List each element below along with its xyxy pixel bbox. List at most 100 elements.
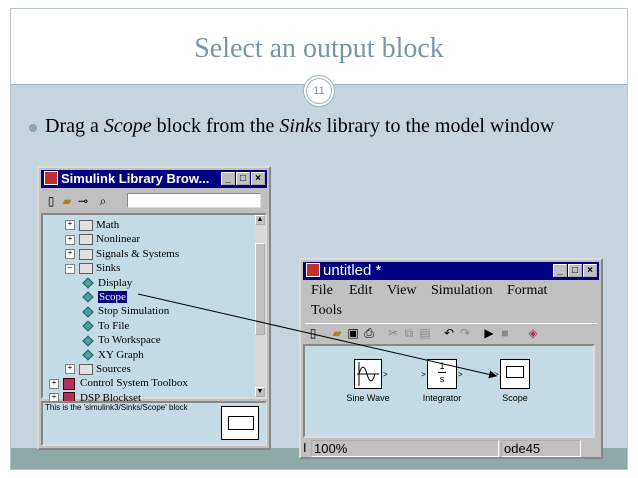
solver-status: ode45 <box>501 440 581 457</box>
undo-icon[interactable]: ↶ <box>441 325 457 341</box>
tree-item-to-workspace[interactable]: To Workspace <box>81 333 161 347</box>
library-icon <box>79 219 93 231</box>
scroll-up-button[interactable]: ▲ <box>255 215 265 225</box>
tree-item-nonlinear[interactable]: + Nonlinear <box>65 232 140 246</box>
simulink-app-icon <box>306 263 320 277</box>
tree-item-scope[interactable]: Scope <box>81 290 127 304</box>
tree-item-sinks[interactable]: − Sinks <box>65 261 120 275</box>
library-search-input[interactable] <box>127 193 261 208</box>
tree-expander-icon[interactable]: − <box>65 263 75 274</box>
scope-block[interactable] <box>500 359 530 389</box>
integrator-output-port: > <box>458 370 463 379</box>
minimize-button[interactable]: _ <box>553 264 567 277</box>
redo-icon[interactable]: ↷ <box>457 325 473 341</box>
library-browser-titlebar[interactable]: Simulink Library Brow... _ □ × <box>41 170 267 188</box>
menu-tools[interactable]: Tools <box>311 303 342 319</box>
print-icon[interactable]: ⎙ <box>361 325 377 341</box>
cut-icon[interactable]: ✂ <box>385 325 401 341</box>
page-number-badge: 11 <box>303 75 335 107</box>
sine-output-port: > <box>383 370 388 379</box>
model-titlebar[interactable]: untitled * _ □ × <box>303 262 599 280</box>
close-button[interactable]: × <box>251 172 265 185</box>
tree-expander-icon[interactable]: + <box>65 220 75 231</box>
tree-expander-icon[interactable]: + <box>49 378 59 389</box>
tree-item-math[interactable]: + Math <box>65 218 119 232</box>
sine-wave-block[interactable] <box>354 359 382 389</box>
menu-view[interactable]: View <box>387 283 416 299</box>
library-browser-window: Simulink Library Brow... _ □ × ▯ ▰ ⊸ ⌕ + Math +… <box>37 166 271 450</box>
maximize-button[interactable]: □ <box>236 172 250 185</box>
model-menubar: File Edit View Simulation Format Tools <box>305 282 597 322</box>
tree-item-label: Math <box>96 219 120 231</box>
find-binoculars-icon[interactable]: ⌕ <box>95 193 111 209</box>
tree-item-stop-simulation[interactable]: Stop Simulation <box>81 304 169 318</box>
model-toolbar: ▯ ▰ ▣ ⎙ ✂ ⧉ ▤ ↶ ↷ ▶ ■ ◈ <box>305 323 597 342</box>
menu-format[interactable]: Format <box>507 283 547 299</box>
integrator-block[interactable]: 1 s <box>427 359 457 389</box>
bullet-part: block from the <box>151 115 280 137</box>
library-icon <box>79 263 93 275</box>
tree-item-display[interactable]: Display <box>81 276 132 290</box>
simulink-app-icon <box>44 171 58 185</box>
tree-expander-icon[interactable]: + <box>65 364 75 375</box>
library-toolbar: ▯ ▰ ⊸ ⌕ <box>43 192 265 210</box>
open-folder-icon[interactable]: ▰ <box>329 325 345 341</box>
tree-item-label: Display <box>98 276 133 289</box>
minimize-button[interactable]: _ <box>221 172 235 185</box>
scroll-down-button[interactable]: ▼ <box>255 387 265 397</box>
library-description-pane: This is the 'simulink3/Sinks/Scope' bloc… <box>41 401 267 446</box>
bullet-icon <box>29 124 37 132</box>
tree-item-label: Stop Simulation <box>98 305 170 318</box>
open-folder-icon[interactable]: ▰ <box>59 193 75 209</box>
paste-icon[interactable]: ▤ <box>417 325 433 341</box>
tree-item-label: Scope <box>98 291 127 303</box>
copy-icon[interactable]: ⧉ <box>401 325 417 341</box>
bullet-italic-scope: Scope <box>103 115 152 137</box>
new-file-icon[interactable]: ▯ <box>43 193 59 209</box>
fraction-line <box>438 372 446 373</box>
page-number: 11 <box>306 78 332 104</box>
bullet-part: Drag a <box>45 115 104 137</box>
tree-item-xy-graph[interactable]: XY Graph <box>81 348 144 362</box>
tree-item-signals-systems[interactable]: + Signals & Systems <box>65 247 179 261</box>
block-icon <box>82 349 94 361</box>
slide: Select an output block 11 Drag a Scope b… <box>10 8 628 470</box>
tree-expander-icon[interactable]: + <box>65 249 75 260</box>
menu-edit[interactable]: Edit <box>349 283 372 299</box>
window-controls: _ □ × <box>220 172 265 186</box>
model-canvas[interactable]: > Sine Wave > 1 s > Integrator > Scope <box>303 344 595 438</box>
block-icon <box>82 306 94 318</box>
model-statusbar: I 100% ode45 <box>303 440 595 457</box>
tree-item-control-system-toolbox[interactable]: + Control System Toolbox <box>49 376 188 390</box>
scroll-thumb[interactable] <box>255 243 265 335</box>
library-icon <box>79 234 93 246</box>
new-file-icon[interactable]: ▯ <box>305 325 321 341</box>
tree-item-label: XY Graph <box>98 348 144 361</box>
save-icon[interactable]: ▣ <box>345 325 361 341</box>
library-browser-title: Simulink Library Brow... <box>61 171 210 186</box>
tree-item-to-file[interactable]: To File <box>81 319 129 333</box>
tree-item-label: Signals & Systems <box>96 247 180 260</box>
menu-simulation[interactable]: Simulation <box>431 283 492 299</box>
tree-item-label: To File <box>98 319 130 332</box>
tree-scrollbar[interactable]: ▲ ▼ <box>255 215 265 397</box>
tree-item-label: Control System Toolbox <box>80 377 188 390</box>
close-button[interactable]: × <box>583 264 597 277</box>
block-icon <box>82 277 94 289</box>
toolbox-icon <box>63 377 75 390</box>
stop-simulation-icon[interactable]: ■ <box>497 325 513 341</box>
tree-item-sources[interactable]: + Sources <box>65 362 131 376</box>
window-controls: _ □ × <box>552 264 597 278</box>
pin-icon[interactable]: ⊸ <box>75 193 91 209</box>
menu-file[interactable]: File <box>311 283 333 299</box>
maximize-button[interactable]: □ <box>568 264 582 277</box>
library-icon <box>79 248 93 260</box>
bullet-part: library to the model window <box>321 115 555 137</box>
integrator-input-port: > <box>421 370 426 379</box>
tree-expander-icon[interactable]: + <box>65 234 75 245</box>
library-browser-icon[interactable]: ◈ <box>525 325 541 341</box>
integrator-denominator: s <box>439 374 445 384</box>
block-icon <box>82 291 94 304</box>
start-simulation-icon[interactable]: ▶ <box>481 325 497 341</box>
model-title: untitled * <box>323 262 382 279</box>
